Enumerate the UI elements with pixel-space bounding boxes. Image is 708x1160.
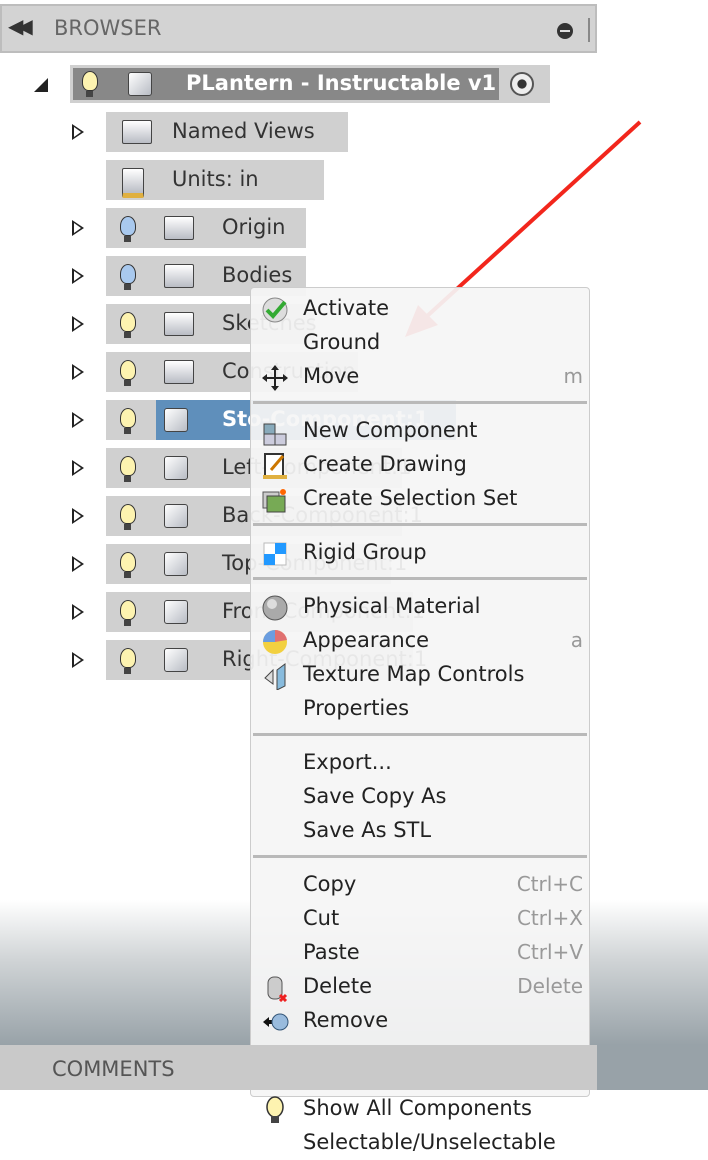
shortcut-label: m: [563, 364, 583, 388]
menu-item-label: Cut: [303, 906, 340, 930]
menu-item-label: Save Copy As: [303, 784, 447, 808]
menu-item-appearance[interactable]: Appearance a: [251, 624, 589, 658]
menu-separator: [253, 577, 587, 580]
menu-item-save-copy-as[interactable]: Save Copy As: [251, 780, 589, 814]
menu-separator: [253, 523, 587, 526]
menu-item-label: Move: [303, 364, 360, 388]
move-icon: [262, 365, 288, 391]
menu-item-save-as-stl[interactable]: Save As STL: [251, 814, 589, 848]
menu-item-label: New Component: [303, 418, 478, 442]
menu-item-label: Selectable/Unselectable: [303, 1130, 556, 1154]
menu-item-label: Create Selection Set: [303, 486, 518, 510]
menu-item-label: Delete: [303, 974, 372, 998]
menu-item-export[interactable]: Export...: [251, 746, 589, 780]
selection-set-icon: [262, 489, 286, 513]
appearance-icon: [263, 629, 287, 654]
menu-item-ground[interactable]: Ground: [251, 326, 589, 360]
context-menu: Activate Ground Move m New Component Create D…: [250, 287, 590, 1154]
menu-item-create-selection-set[interactable]: Create Selection Set: [251, 482, 589, 516]
create-drawing-icon: [263, 453, 287, 479]
menu-separator: [253, 401, 587, 404]
menu-item-delete[interactable]: Delete Delete: [251, 970, 589, 1004]
menu-item-move[interactable]: Move m: [251, 360, 589, 394]
menu-item-texture-map-controls[interactable]: Texture Map Controls: [251, 658, 589, 692]
physical-material-icon: [262, 595, 288, 621]
shortcut-label: Ctrl+C: [516, 872, 583, 896]
delete-icon: [267, 976, 288, 1002]
menu-item-label: Copy: [303, 872, 357, 896]
menu-item-label: Physical Material: [303, 594, 481, 618]
menu-item-cut[interactable]: Cut Ctrl+X: [251, 902, 589, 936]
comments-title: COMMENTS: [52, 1057, 175, 1081]
menu-separator: [253, 855, 587, 858]
menu-item-label: Show All Components: [303, 1096, 532, 1120]
menu-item-selectable-unselectable[interactable]: Selectable/Unselectable: [251, 1126, 589, 1160]
lightbulb-icon: [266, 1096, 284, 1123]
menu-item-label: Create Drawing: [303, 452, 467, 476]
shortcut-label: a: [570, 628, 583, 652]
new-component-icon: [263, 423, 287, 446]
menu-item-label: Export...: [303, 750, 392, 774]
menu-item-new-component[interactable]: New Component: [251, 414, 589, 448]
menu-item-properties[interactable]: Properties: [251, 692, 589, 726]
menu-item-label: Rigid Group: [303, 540, 427, 564]
shortcut-label: Ctrl+V: [516, 940, 583, 964]
menu-item-paste[interactable]: Paste Ctrl+V: [251, 936, 589, 970]
menu-separator: [253, 733, 587, 736]
texture-map-icon: [264, 663, 286, 690]
menu-item-label: Save As STL: [303, 818, 432, 842]
shortcut-label: Ctrl+X: [516, 906, 583, 930]
menu-item-label: Appearance: [303, 628, 430, 652]
menu-item-physical-material[interactable]: Physical Material: [251, 590, 589, 624]
menu-item-create-drawing[interactable]: Create Drawing: [251, 448, 589, 482]
menu-item-label: Texture Map Controls: [303, 662, 525, 686]
menu-item-copy[interactable]: Copy Ctrl+C: [251, 868, 589, 902]
rigid-group-icon: [263, 542, 287, 566]
shortcut-label: Delete: [517, 974, 583, 998]
comments-panel-header[interactable]: COMMENTS: [0, 1045, 597, 1090]
menu-item-label: Paste: [303, 940, 360, 964]
menu-item-label: Activate: [303, 296, 390, 320]
menu-item-show-all-components[interactable]: Show All Components: [251, 1092, 589, 1126]
menu-item-remove[interactable]: Remove: [251, 1004, 589, 1038]
remove-icon: [263, 1013, 289, 1031]
menu-item-label: Ground: [303, 330, 381, 354]
checkmark-icon: [262, 297, 288, 323]
menu-item-activate[interactable]: Activate: [251, 292, 589, 326]
menu-item-rigid-group[interactable]: Rigid Group: [251, 536, 589, 570]
menu-item-label: Properties: [303, 696, 410, 720]
menu-item-label: Remove: [303, 1008, 389, 1032]
